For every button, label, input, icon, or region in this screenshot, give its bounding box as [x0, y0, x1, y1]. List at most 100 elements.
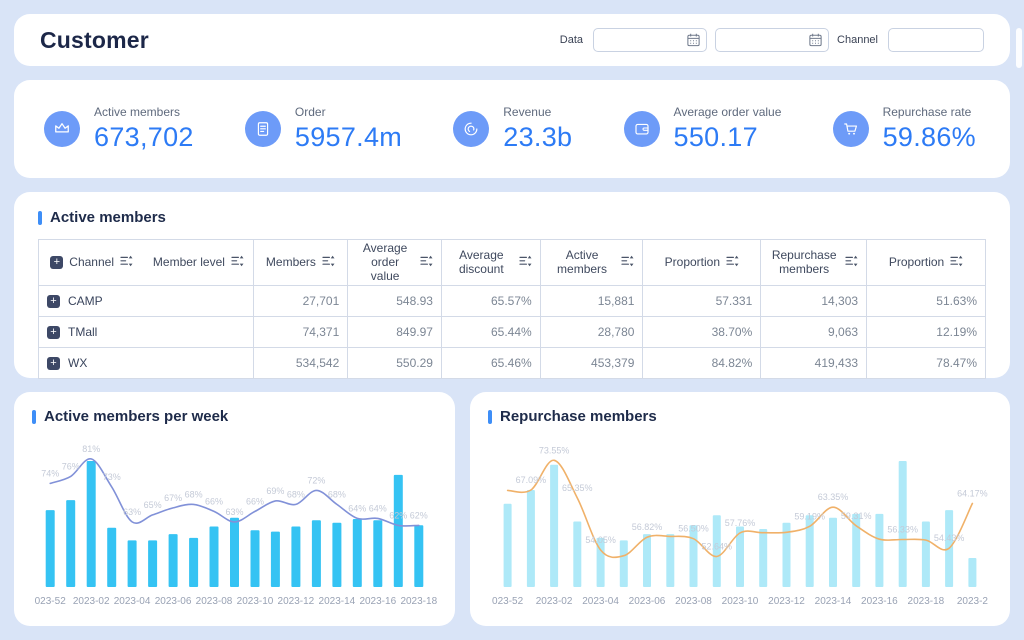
svg-text:023-52: 023-52 [492, 596, 524, 607]
table-cell: 548.93 [347, 285, 442, 318]
svg-text:2023-02: 2023-02 [536, 596, 573, 607]
section-marker [488, 409, 492, 424]
active-members-table: + Channel Member level Members Average order… [38, 238, 986, 380]
active-members-bar [291, 526, 301, 587]
table-body: + CAMP 27,701 548.93 65.57% 15,881 57.331 14,30… [38, 285, 986, 380]
header-controls: Data Channel [560, 28, 984, 52]
svg-text:59.19%: 59.19% [794, 511, 825, 521]
active-members-bar [86, 461, 96, 587]
svg-text:2023-18: 2023-18 [908, 596, 945, 607]
expand-icon[interactable]: + [47, 356, 60, 370]
sort-icon[interactable] [231, 255, 244, 271]
active-members-bar [148, 540, 158, 587]
column-header[interactable]: Proportion [642, 238, 762, 287]
svg-text:69%: 69% [266, 486, 284, 496]
repurchase-members-bar [829, 517, 837, 587]
kpi-value: 23.3b [503, 122, 573, 152]
expand-icon[interactable]: + [47, 294, 60, 308]
active-members-table-card: Active members + Channel Member level Membe… [14, 192, 1010, 380]
cart-icon [832, 111, 869, 147]
column-header-label: Active members [557, 247, 608, 276]
column-header-label: Members [265, 254, 316, 269]
kpi-label: Revenue [503, 105, 552, 119]
svg-text:63%: 63% [225, 507, 243, 517]
repurchase-members-bar [968, 558, 977, 587]
channel-name: WX [68, 356, 88, 371]
svg-text:2023-12: 2023-12 [278, 596, 315, 607]
svg-text:2023-18: 2023-18 [400, 596, 437, 607]
channel-box [888, 28, 984, 52]
repurchase-members-bar [573, 521, 582, 587]
sort-icon[interactable] [950, 255, 963, 271]
channel-name: CAMP [68, 294, 103, 309]
column-header[interactable]: Average discount [440, 238, 541, 287]
repurchase-members-chart: 67.09% 73.55% 65.35% 54.05% 56.82% 56.50% 52.6… [492, 445, 988, 607]
repurchase-members-bar [759, 529, 768, 587]
repurchase-members-bar [550, 464, 559, 587]
svg-text:2023-08: 2023-08 [675, 596, 712, 607]
expand-icon[interactable]: + [50, 256, 64, 270]
table-cell: 78.47% [866, 347, 986, 380]
sort-icon[interactable] [420, 255, 433, 271]
svg-text:76%: 76% [62, 461, 80, 471]
svg-text:65.35%: 65.35% [562, 483, 593, 493]
kpi-order: Order 5957.4m [244, 105, 402, 153]
table-row[interactable]: + TMall 74,371 849.97 65.44% 28,780 38.70% 9,06… [38, 316, 986, 349]
table-row[interactable]: + CAMP 27,701 548.93 65.57% 15,881 57.331 14,30… [38, 285, 986, 318]
table-cell: 550.29 [347, 347, 442, 380]
sort-icon[interactable] [120, 255, 133, 271]
active-members-bar [189, 537, 199, 587]
repurchase-members-bar [526, 490, 535, 587]
active-members-bar [270, 531, 280, 587]
kpi-value: 550.17 [673, 122, 758, 152]
svg-text:54.05%: 54.05% [585, 535, 616, 545]
column-header[interactable]: + Channel [38, 238, 145, 287]
channel-filter-label: Channel [837, 34, 878, 46]
active-members-bar [311, 520, 321, 587]
kpi-value: 59.86% [882, 122, 976, 152]
scrollbar-thumb[interactable] [1016, 28, 1022, 68]
svg-text:2023-04: 2023-04 [582, 596, 619, 607]
svg-text:2023-10: 2023-10 [237, 596, 274, 607]
repurchase-members-bar [619, 540, 628, 587]
svg-text:56.82%: 56.82% [632, 522, 663, 532]
channel-input[interactable] [888, 28, 984, 52]
sort-icon[interactable] [322, 255, 335, 271]
column-header[interactable]: Proportion [866, 238, 986, 287]
active-members-bar [168, 534, 178, 587]
kpi-label: Order [294, 105, 326, 119]
sort-icon[interactable] [621, 255, 634, 271]
svg-text:66%: 66% [246, 496, 264, 506]
svg-text:62%: 62% [389, 510, 407, 520]
table-row[interactable]: + WX 534,542 550.29 65.46% 453,379 84.82% 419,4… [38, 347, 986, 380]
column-header-label: Proportion [664, 254, 721, 269]
sort-icon[interactable] [519, 255, 532, 271]
svg-text:64.17%: 64.17% [957, 488, 988, 498]
column-header[interactable]: Repurchase members [760, 238, 868, 287]
column-header-label: Average discount [458, 247, 504, 276]
date-from-box [593, 28, 708, 52]
active-members-bar [373, 520, 383, 587]
expand-icon[interactable]: + [47, 325, 60, 339]
kpi-average-order-value: Average order value 550.17 [623, 105, 781, 153]
header-card: Customer Data Channel [14, 14, 1010, 66]
sort-icon[interactable] [845, 255, 858, 271]
chart-title-text: Repurchase members [500, 408, 657, 425]
table-cell: 65.57% [440, 285, 541, 318]
svg-text:63.35%: 63.35% [818, 492, 849, 502]
table-cell: 38.70% [642, 316, 762, 349]
column-header[interactable]: Active members [539, 238, 644, 287]
table-cell: 51.63% [866, 285, 986, 318]
active-members-bar [393, 474, 403, 587]
date-from-input[interactable] [593, 28, 708, 52]
date-to-input[interactable] [715, 28, 830, 52]
column-header[interactable]: Member level [144, 238, 254, 287]
sort-icon[interactable] [726, 255, 739, 271]
column-header[interactable]: Average order value [347, 238, 442, 287]
svg-text:023-52: 023-52 [35, 596, 67, 607]
active-members-bar [332, 522, 342, 587]
active-members-per-week-chart: 74%76%81%73%63%65%67% 68%66%63%66%69% 68%7… [35, 444, 437, 607]
column-header[interactable]: Members [252, 238, 349, 287]
kpi-revenue: Revenue 23.3b [453, 105, 572, 153]
active-members-bar [250, 530, 260, 587]
